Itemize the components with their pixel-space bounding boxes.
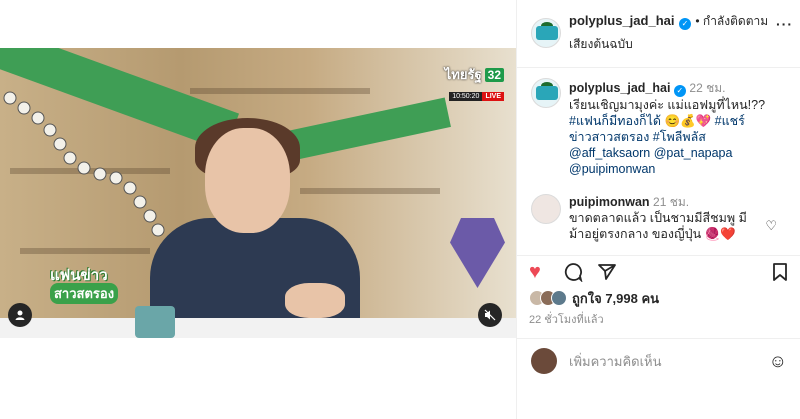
channel-name: ไทยรัฐ bbox=[444, 67, 482, 82]
post-time-ago[interactable]: 22 ชั่วโมงที่แล้ว bbox=[529, 310, 604, 328]
caption-time: 22 ชม. bbox=[689, 81, 726, 95]
presenter-head bbox=[205, 128, 290, 233]
caption-username[interactable]: polyplus_jad_hai bbox=[569, 81, 670, 95]
user-icon bbox=[15, 310, 25, 320]
comment-body: ขาดตลาดแล้ว เป็นชามมีสีชมพู มี bbox=[569, 211, 747, 225]
comment-item: puipimonwan 21 ชม. ขาดตลาดแล้ว เป็นชามมี… bbox=[517, 188, 800, 248]
comment-text: puipimonwan 21 ชม. ขาดตลาดแล้ว เป็นชามมี… bbox=[569, 194, 779, 242]
pearl-necklace-decor bbox=[3, 91, 165, 237]
comment-like-icon[interactable]: ♡ bbox=[765, 218, 777, 234]
tagged-user-button[interactable] bbox=[8, 303, 32, 327]
decor-plank bbox=[300, 188, 440, 194]
author-avatar[interactable] bbox=[531, 78, 561, 108]
post-header-text: polyplus_jad_hai ✓ • กำลังติดตาม เสียงต้… bbox=[569, 12, 769, 54]
mute-button[interactable] bbox=[478, 303, 502, 327]
comment-icon[interactable] bbox=[563, 262, 583, 286]
speaker-muted-icon bbox=[484, 309, 496, 321]
likes-count[interactable]: ถูกใจ 7,998 คน bbox=[572, 288, 659, 309]
liker-avatar bbox=[551, 290, 567, 306]
caption-mentions[interactable]: @puipimonwan bbox=[569, 162, 655, 176]
add-comment-bar: ☺ bbox=[517, 338, 800, 383]
desk bbox=[0, 318, 516, 338]
caption-body: เรียนเชิญมามุงค่ะ แม่แอฟมูที่ไหน!?? bbox=[569, 98, 766, 112]
comment-input[interactable] bbox=[569, 352, 759, 370]
channel-number: 32 bbox=[484, 68, 504, 82]
reel-video[interactable]: ไทยรัฐ 32 10:50:20 LIVE แฟนข่าว สาวสตรอง bbox=[0, 48, 516, 338]
comment-body: ม้าอยู่ตรงกลาง ของญี่ปุ่น 🧶❤️ bbox=[569, 227, 736, 241]
caption-hashtags[interactable]: #แฟนก็มีทองก็ได้ 😊💰💖 #แชร์ bbox=[569, 114, 745, 128]
author-avatar[interactable] bbox=[531, 18, 561, 48]
comment-time: 21 ชม. bbox=[653, 195, 690, 209]
follow-status[interactable]: • กำลังติดตาม bbox=[695, 14, 768, 28]
action-bar: ♥ bbox=[517, 255, 800, 289]
video-pane: ไทยรัฐ 32 10:50:20 LIVE แฟนข่าว สาวสตรอง bbox=[0, 0, 516, 419]
decor-plank bbox=[20, 248, 150, 254]
live-badge: LIVE bbox=[482, 92, 504, 101]
show-logo: แฟนข่าว สาวสตรอง bbox=[30, 263, 125, 313]
verified-badge-icon: ✓ bbox=[673, 85, 686, 97]
original-audio-link[interactable]: เสียงต้นฉบับ bbox=[569, 35, 769, 54]
broadcast-clock: 10:50:20 bbox=[449, 92, 483, 101]
caption-hashtags[interactable]: ข่าวสาวสตรอง #โพลีพลัส bbox=[569, 130, 706, 144]
post-side-panel: polyplus_jad_hai ✓ • กำลังติดตาม เสียงต้… bbox=[516, 0, 800, 419]
verified-badge-icon: ✓ bbox=[678, 18, 691, 30]
caption-mentions[interactable]: @aff_taksaorn @pat_napapa bbox=[569, 146, 732, 160]
bookmark-icon[interactable] bbox=[771, 262, 789, 286]
more-options-icon[interactable]: ··· bbox=[776, 16, 793, 32]
post-header: polyplus_jad_hai ✓ • กำลังติดตาม เสียงต้… bbox=[517, 0, 800, 68]
tv-channel-logo: ไทยรัฐ 32 10:50:20 LIVE bbox=[445, 64, 504, 103]
caption-text: polyplus_jad_hai ✓ 22 ชม. เรียนเชิญมามุง… bbox=[569, 80, 779, 177]
caption: polyplus_jad_hai ✓ 22 ชม. เรียนเชิญมามุง… bbox=[517, 74, 800, 177]
likes-row[interactable]: ถูกใจ 7,998 คน bbox=[529, 289, 659, 307]
decor-plank bbox=[190, 88, 370, 94]
author-username[interactable]: polyplus_jad_hai bbox=[569, 13, 674, 28]
emoji-picker-icon[interactable]: ☺ bbox=[769, 351, 787, 372]
share-icon[interactable] bbox=[597, 262, 617, 286]
mug bbox=[135, 306, 175, 338]
show-logo-line2: สาวสตรอง bbox=[50, 283, 119, 304]
presenter-hand bbox=[285, 283, 345, 318]
current-user-avatar bbox=[531, 348, 557, 374]
commenter-avatar[interactable] bbox=[531, 194, 561, 224]
commenter-username[interactable]: puipimonwan bbox=[569, 195, 650, 209]
heart-filled-icon[interactable]: ♥ bbox=[529, 262, 541, 282]
